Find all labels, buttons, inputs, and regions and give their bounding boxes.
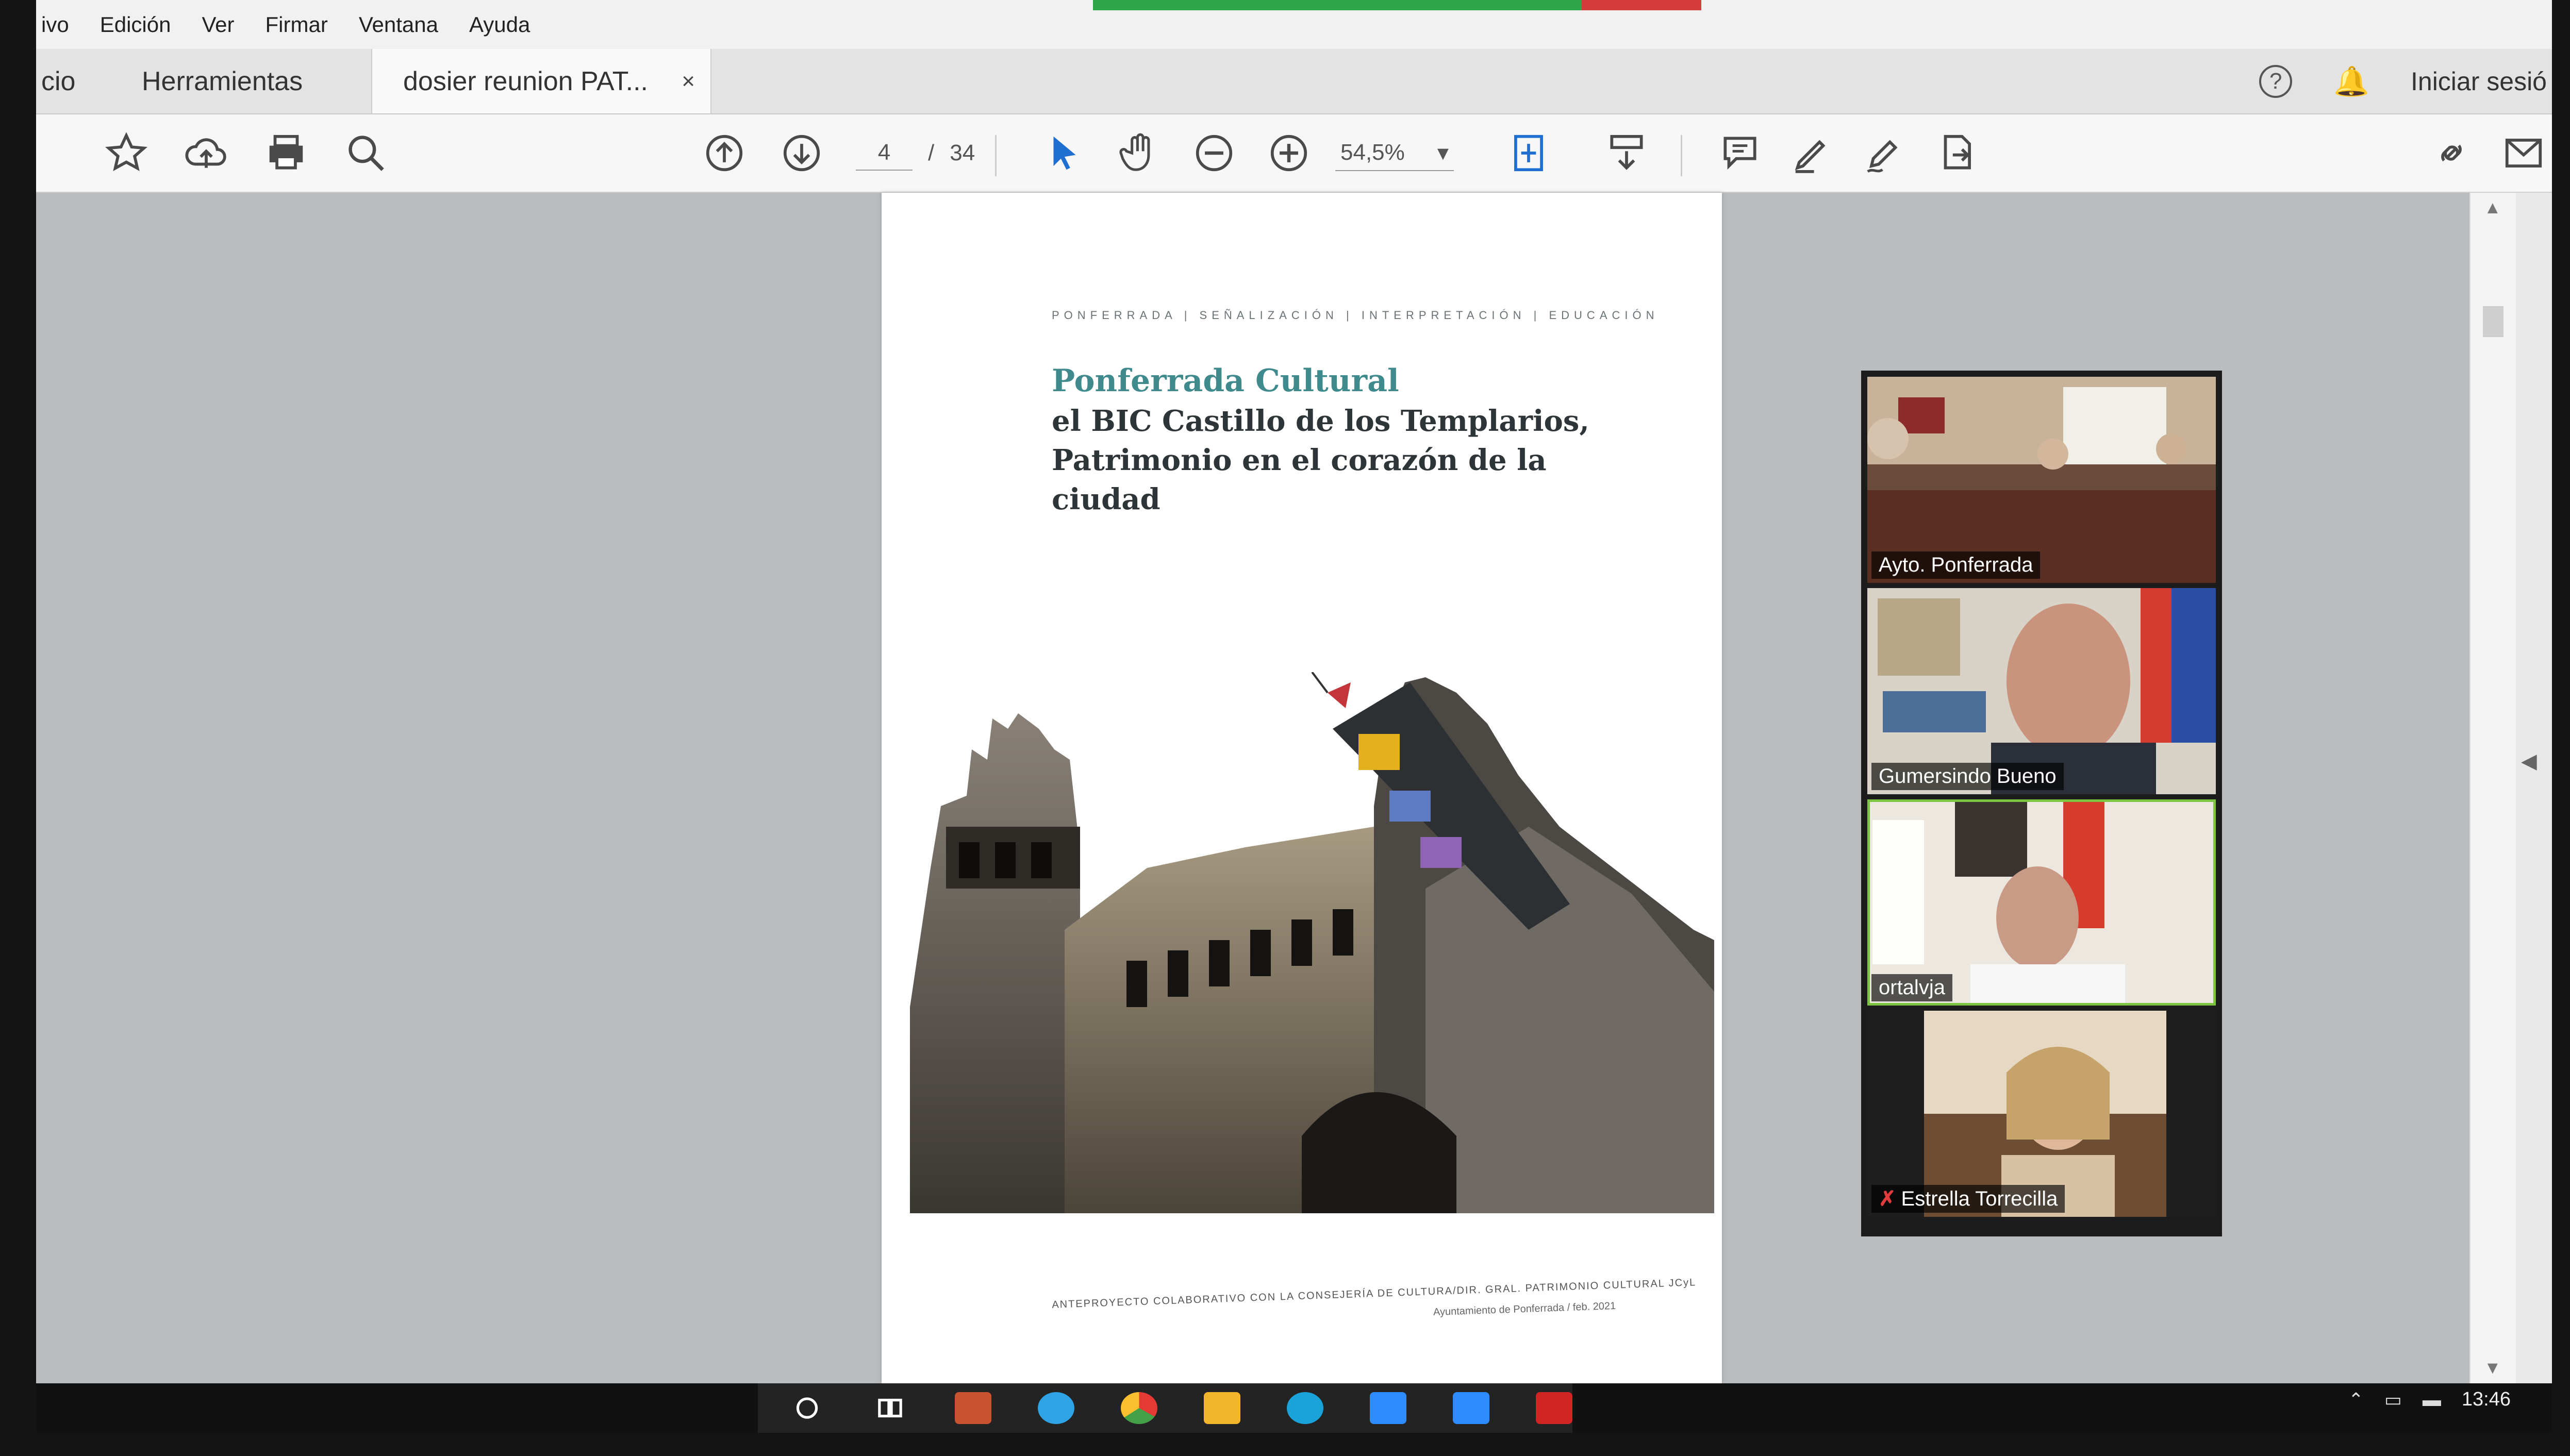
account-area: ? 🔔 Iniciar sesió [2259, 49, 2552, 113]
participant-name: Ayto. Ponferrada [1879, 554, 2033, 576]
monitor-screen: ivo Edición Ver Firmar Ventana Ayuda cio… [36, 0, 2552, 1433]
toolbar-divider [995, 135, 997, 176]
help-icon[interactable]: ? [2259, 64, 2293, 98]
tab-bar: cio Herramientas dosier reunion PAT... ×… [36, 49, 2552, 114]
participant-name: Gumersindo Bueno [1879, 765, 2057, 788]
windows-taskbar: ⌃ ▭ ▬ 13:46 [36, 1383, 2552, 1433]
participant-name: Estrella Torrecilla [1901, 1187, 2058, 1210]
acrobat-icon[interactable] [1536, 1392, 1572, 1424]
page-navigator: 4 / 34 [856, 135, 975, 171]
video-tile[interactable]: Gumersindo Bueno [1867, 588, 2216, 794]
page-footer-line2: Ayuntamiento de Ponferrada / feb. 2021 [1433, 1300, 1616, 1318]
document-viewport[interactable]: PONFERRADA | SEÑALIZACIÓN | INTERPRETACI… [36, 193, 2469, 1383]
zoom-out-icon[interactable] [1191, 130, 1237, 176]
tab-home[interactable]: cio [41, 49, 103, 113]
tab-document[interactable]: dosier reunion PAT... × [371, 49, 711, 113]
video-app-icon-2[interactable] [1453, 1392, 1489, 1424]
participant-name-tag: ortalvja [1871, 974, 1952, 1001]
sign-icon[interactable] [1861, 130, 1908, 176]
muted-mic-icon: ✗ [1879, 1187, 1896, 1210]
print-icon[interactable] [263, 130, 309, 176]
toolbar: 4 / 34 54,5% ▾ [36, 114, 2552, 193]
pdf-page: PONFERRADA | SEÑALIZACIÓN | INTERPRETACI… [882, 193, 1722, 1383]
participant-name-tag: Ayto. Ponferrada [1871, 551, 2041, 579]
hand-icon[interactable] [1116, 130, 1163, 176]
scrollbar-thumb[interactable] [2483, 306, 2503, 337]
system-tray: ⌃ ▭ ▬ 13:46 [2348, 1388, 2511, 1411]
chrome-icon[interactable] [1121, 1392, 1157, 1424]
page-total: 34 [950, 140, 975, 165]
meeting-share-indicator [1093, 0, 1701, 10]
menu-file[interactable]: ivo [41, 12, 69, 37]
video-app-icon[interactable] [1370, 1392, 1406, 1424]
participant-name: ortalvja [1879, 976, 1945, 999]
fit-page-icon[interactable] [1505, 130, 1552, 176]
clock[interactable]: 13:46 [2462, 1388, 2511, 1411]
highlight-pen-icon[interactable] [1789, 130, 1835, 176]
app-icon[interactable] [955, 1392, 991, 1424]
network-icon[interactable]: ▭ [2384, 1389, 2402, 1411]
share-indicator-red [1582, 0, 1701, 10]
search-icon[interactable] [789, 1392, 825, 1424]
upload-cloud-icon[interactable] [183, 130, 229, 176]
task-view-icon[interactable] [872, 1392, 908, 1424]
zoom-select[interactable]: 54,5% ▾ [1335, 135, 1454, 171]
scroll-up-icon[interactable]: ▲ [2484, 198, 2501, 218]
battery-icon[interactable]: ▬ [2423, 1389, 2441, 1411]
tab-tools[interactable]: Herramientas [142, 49, 363, 113]
zoom-in-icon[interactable] [1266, 130, 1312, 176]
bell-icon[interactable]: 🔔 [2333, 64, 2369, 98]
edge-icon[interactable] [1287, 1392, 1323, 1424]
edge-legacy-icon[interactable] [1038, 1392, 1074, 1424]
page-subtitle: el BIC Castillo de los Templarios, Patri… [1052, 404, 1589, 516]
video-tile-active-speaker[interactable]: ortalvja [1867, 799, 2216, 1006]
bookmark-star-icon[interactable] [103, 130, 150, 176]
select-cursor-icon[interactable] [1041, 130, 1088, 176]
vertical-scrollbar[interactable]: ▲ ▼ [2469, 193, 2517, 1383]
scroll-down-icon[interactable]: ▼ [2484, 1358, 2501, 1378]
right-pane-toggle[interactable]: ◀ [2516, 193, 2552, 1383]
taskbar-apps [758, 1383, 1572, 1433]
menu-view[interactable]: Ver [202, 12, 234, 37]
video-call-panel[interactable]: Ayto. Ponferrada Gumersindo Bueno ortalv… [1861, 371, 2222, 1236]
video-tile[interactable]: Ayto. Ponferrada [1867, 377, 2216, 583]
file-explorer-icon[interactable] [1204, 1392, 1240, 1424]
chevron-down-icon: ▾ [1437, 140, 1449, 165]
toolbar-divider-2 [1681, 135, 1682, 176]
page-number-input[interactable]: 4 [856, 136, 913, 171]
share-link-icon[interactable] [2428, 130, 2475, 176]
participant-name-tag: Gumersindo Bueno [1871, 763, 2064, 790]
tab-document-label: dosier reunion PAT... [403, 66, 648, 96]
sign-in-button[interactable]: Iniciar sesió [2411, 66, 2547, 96]
zoom-value: 54,5% [1340, 140, 1405, 165]
expand-panel-icon[interactable]: ◀ [2521, 749, 2537, 773]
page-title: Ponferrada Cultural [1052, 363, 1399, 399]
video-tile[interactable]: ✗ Estrella Torrecilla [1867, 1011, 2216, 1217]
page-kicker: PONFERRADA | SEÑALIZACIÓN | INTERPRETACI… [1052, 309, 1659, 322]
page-separator: / [928, 140, 935, 165]
scroll-mode-icon[interactable] [1603, 130, 1650, 176]
page-down-icon[interactable] [778, 130, 825, 176]
export-icon[interactable] [1933, 130, 1980, 176]
close-tab-icon[interactable]: × [682, 69, 695, 94]
page-up-icon[interactable] [701, 130, 748, 176]
menu-edit[interactable]: Edición [100, 12, 171, 37]
menu-window[interactable]: Ventana [359, 12, 438, 37]
participant-name-tag: ✗ Estrella Torrecilla [1871, 1185, 2065, 1213]
castle-photo [910, 672, 1714, 1213]
chevron-up-icon[interactable]: ⌃ [2348, 1389, 2364, 1411]
menu-sign[interactable]: Firmar [266, 12, 328, 37]
share-indicator-green [1093, 0, 1582, 10]
search-icon[interactable] [343, 130, 389, 176]
mail-icon[interactable] [2500, 130, 2547, 176]
menu-help[interactable]: Ayuda [469, 12, 530, 37]
comment-icon[interactable] [1717, 130, 1763, 176]
